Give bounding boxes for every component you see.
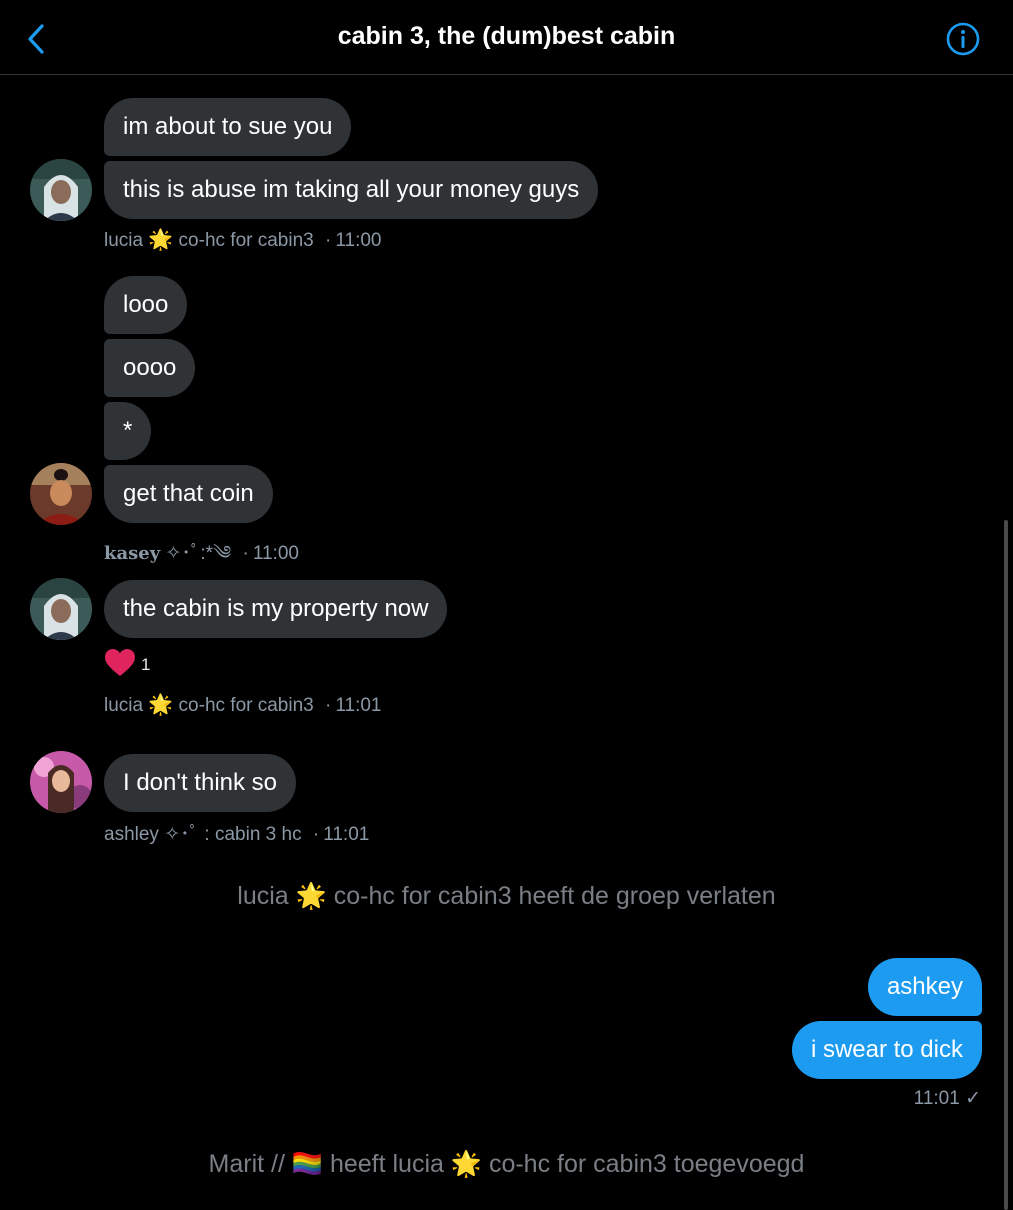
outgoing-timestamp: 11:01 ✓ xyxy=(913,1088,981,1109)
avatar-kasey[interactable] xyxy=(30,463,92,525)
avatar-lucia[interactable] xyxy=(30,159,92,221)
message-bubble[interactable]: I don't think so xyxy=(104,754,297,812)
message-bubble[interactable]: get that coin xyxy=(104,465,273,523)
message-meta: lucia 🌟 co-hc for cabin3 · 11:00 xyxy=(104,229,382,251)
outgoing-message-bubble[interactable]: ashkey xyxy=(867,958,982,1016)
avatar-ashley[interactable] xyxy=(30,751,92,813)
conversation-title[interactable]: cabin 3, the (dum)best cabin xyxy=(0,22,1013,51)
outgoing-message-bubble[interactable]: i swear to dick xyxy=(791,1021,982,1079)
message-meta: kasey ✧･ﾟ:*༄ · 11:00 xyxy=(104,543,299,564)
reaction-count: 1 xyxy=(141,655,151,674)
info-icon xyxy=(946,22,980,56)
system-notice: Marit // 🏳️‍🌈 heeft lucia 🌟 co-hc for ca… xyxy=(208,1150,805,1178)
message-bubble[interactable]: * xyxy=(104,402,152,460)
conversation-header: cabin 3, the (dum)best cabin xyxy=(0,0,1013,75)
message-bubble[interactable]: oooo xyxy=(104,339,196,397)
message-bubble[interactable]: looo xyxy=(104,276,188,334)
system-notice: lucia 🌟 co-hc for cabin3 heeft de groep … xyxy=(237,882,776,910)
avatar-lucia[interactable] xyxy=(30,578,92,640)
message-bubble[interactable]: im about to sue you xyxy=(104,98,352,156)
message-meta: ashley ✧･ﾟ : cabin 3 hc · 11:01 xyxy=(104,824,370,845)
message-bubble[interactable]: the cabin is my property now xyxy=(104,580,448,638)
message-meta: lucia 🌟 co-hc for cabin3 · 11:01 xyxy=(104,694,382,716)
heart-icon xyxy=(105,649,135,676)
scrollbar[interactable] xyxy=(1004,520,1008,1210)
info-button[interactable] xyxy=(945,21,981,57)
message-bubble[interactable]: this is abuse im taking all your money g… xyxy=(104,161,599,219)
